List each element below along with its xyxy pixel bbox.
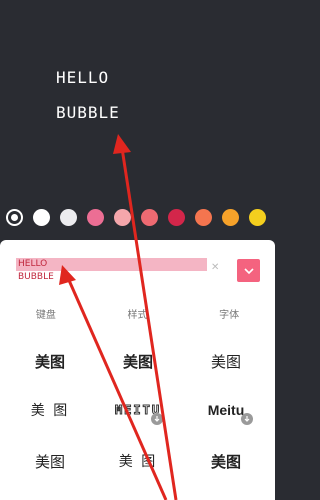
color-swatch[interactable] [195,209,212,226]
color-swatch[interactable] [87,209,104,226]
font-option-3[interactable]: 美图 [180,336,272,386]
font-option-2[interactable]: 美图 [92,336,184,386]
color-swatch[interactable] [141,209,158,226]
canvas-preview[interactable]: HELLO BUBBLE [0,0,275,200]
font-option-1[interactable]: 美图 [4,336,96,386]
clear-icon[interactable]: ✕ [211,262,219,273]
color-swatch[interactable] [249,209,266,226]
tab-style[interactable]: 样式 [92,305,184,327]
color-swatch[interactable] [33,209,50,226]
input-line-2: BUBBLE [18,272,54,282]
text-bubble-preview[interactable]: HELLO BUBBLE [56,70,120,121]
font-option-4[interactable]: 美 图 [4,385,96,435]
download-icon[interactable] [241,413,253,425]
text-input[interactable]: HELLO BUBBLE [16,258,207,284]
color-swatch[interactable] [6,209,23,226]
chevron-down-icon [243,267,254,274]
font-option-5[interactable]: MEITU [92,385,184,435]
color-swatch[interactable] [168,209,185,226]
tab-bar: 键盘 样式 字体 [0,305,275,327]
tab-font[interactable]: 字体 [183,305,275,327]
color-swatch[interactable] [60,209,77,226]
font-option-7[interactable]: 美图 [4,436,96,486]
preview-line-1: HELLO [56,68,110,87]
font-option-8[interactable]: 美 图 [92,436,184,486]
color-swatch[interactable] [222,209,239,226]
download-icon[interactable] [151,413,163,425]
input-line-1: HELLO [18,259,48,269]
font-option-9[interactable]: 美图 [180,436,272,486]
font-option-6[interactable]: Meitu [180,385,272,435]
confirm-button[interactable] [237,259,260,282]
tab-keyboard[interactable]: 键盘 [0,305,92,327]
preview-line-2: BUBBLE [56,103,120,122]
color-swatch[interactable] [114,209,131,226]
